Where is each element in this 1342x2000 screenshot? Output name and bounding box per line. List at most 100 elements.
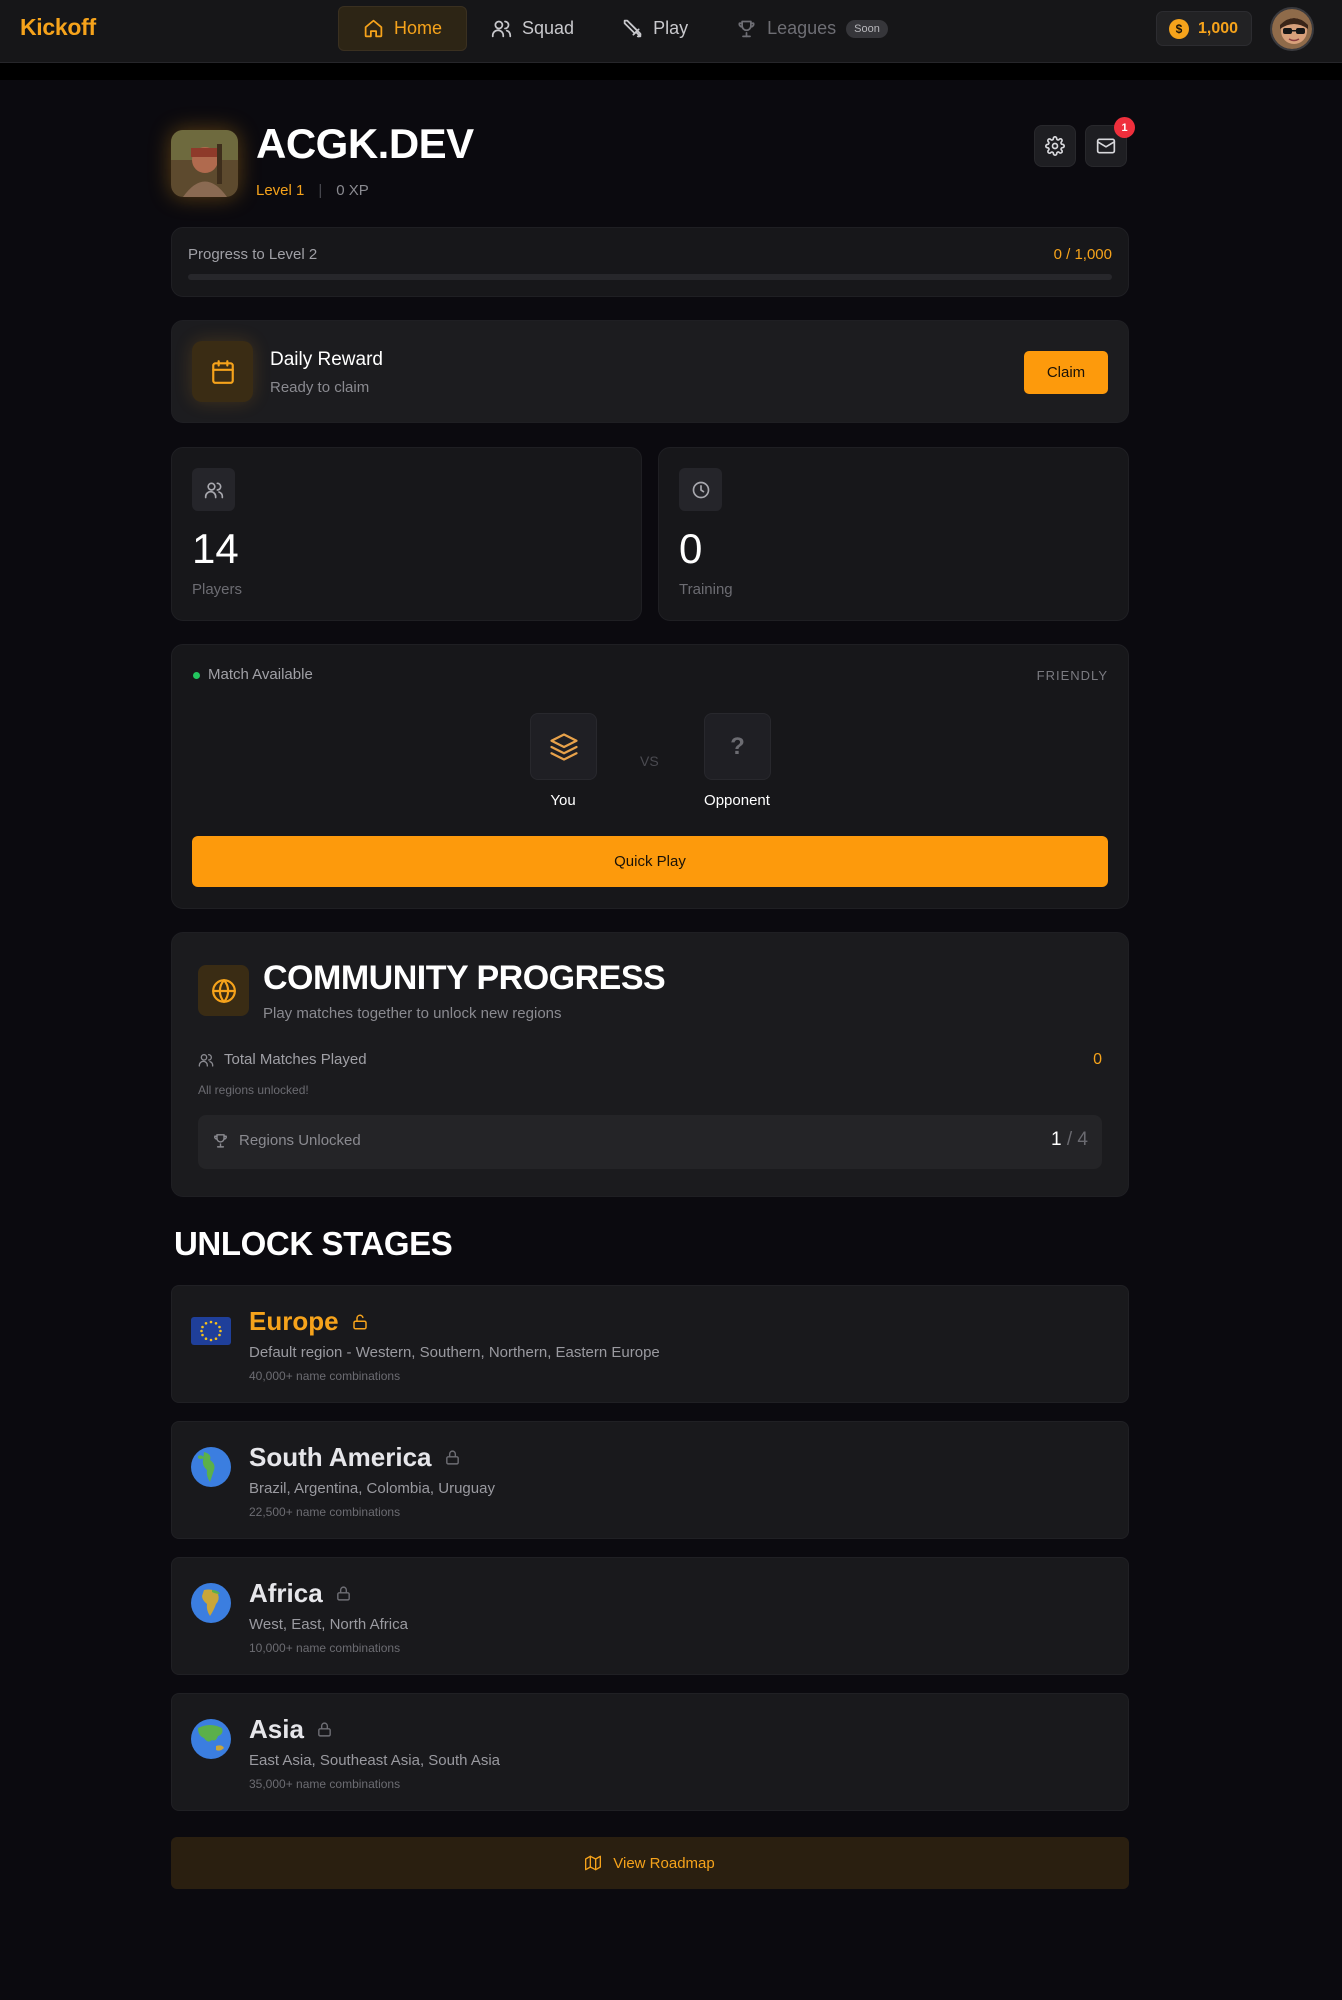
profile-name: ACGK.DEV [256,120,474,167]
stage-card-europe[interactable]: Europe Default region - Western, Souther… [171,1285,1129,1403]
claim-button[interactable]: Claim [1024,351,1108,394]
opponent-label: Opponent [704,792,770,809]
regions-total-number: 4 [1077,1129,1088,1150]
trophy-icon [738,20,755,38]
soon-badge: Soon [846,19,888,38]
stat-card-players[interactable]: 14 Players [171,447,642,621]
eu-flag-icon [190,1310,232,1352]
stat-label: Players [192,581,243,598]
globe-africa-icon [190,1582,232,1624]
coin-icon: $ [1169,18,1189,39]
nav-tab-play[interactable]: Play [598,6,712,51]
nav-tab-leagues[interactable]: Leagues Soon [712,6,912,51]
lock-icon [336,1586,350,1601]
view-roadmap-label: View Roadmap [613,1854,715,1872]
stage-combinations: 35,000+ name combinations [249,1777,401,1791]
question-icon: ? [730,732,745,760]
nav-tab-home[interactable]: Home [338,6,468,51]
your-team-label: You [550,792,576,809]
total-matches-value: 0 [1093,1051,1102,1068]
lock-icon [318,1722,331,1737]
stage-name-text: South America [249,1442,432,1472]
stage-description: East Asia, Southeast Asia, South Asia [249,1752,500,1769]
progress-value: 0 / 1,000 [1053,246,1112,263]
stage-card-africa[interactable]: Africa West, East, North Africa 10,000+ … [171,1557,1129,1675]
stage-name: Africa [249,1578,352,1609]
meta-divider: | [318,182,323,199]
map-icon [585,1855,602,1871]
globe-asia-icon [190,1718,232,1760]
nav-tab-label: Squad [522,18,575,38]
community-progress-card: COMMUNITY PROGRESS Play matches together… [171,932,1129,1197]
community-subtitle: Play matches together to unlock new regi… [263,1005,562,1022]
stat-card-training[interactable]: 0 Training [658,447,1129,621]
profile-meta: Level 1 | 0 XP [256,182,369,199]
coin-amount: 1,000 [1198,19,1239,37]
regions-unlocked-label: Regions Unlocked [239,1132,361,1149]
lock-icon [445,1450,459,1465]
stage-description: West, East, North Africa [249,1616,408,1633]
stage-name-text: Asia [249,1714,304,1744]
settings-button[interactable] [1034,125,1076,167]
mail-icon [1096,138,1116,154]
calendar-icon [192,341,253,402]
app-logo[interactable]: Kickoff [20,14,96,41]
nav-tab-squad[interactable]: Squad [467,6,598,51]
stage-combinations: 40,000+ name combinations [249,1369,401,1383]
daily-reward-card: Daily Reward Ready to claim Claim [171,320,1129,423]
stage-combinations: 22,500+ name combinations [249,1505,401,1519]
users-icon [198,1053,214,1067]
vs-label: VS [640,753,659,769]
stage-name: Europe [249,1306,369,1337]
globe-icon [198,965,249,1016]
regions-unlocked-row: Regions Unlocked 1 / 4 [198,1115,1102,1169]
opponent-badge: ? [704,713,771,780]
stage-name: South America [249,1442,461,1473]
total-matches-row: Total Matches Played [198,1051,367,1068]
stage-description: Default region - Western, Southern, Nort… [249,1344,660,1361]
progress-label: Progress to Level 2 [188,246,318,263]
regions-note: All regions unlocked! [198,1083,309,1097]
your-team-badge [530,713,597,780]
xp-label: 0 XP [336,182,369,199]
nav-tab-label: Leagues [767,18,837,38]
coin-balance[interactable]: $ 1,000 [1156,11,1252,46]
user-avatar[interactable] [1270,7,1314,51]
nav-tabs: Home Squad Play Leagues Soon [338,6,912,51]
regions-unlocked-number: 1 [1051,1129,1062,1150]
quick-play-button[interactable]: Quick Play [192,836,1108,887]
status-dot [193,672,200,679]
gear-icon [1045,136,1065,156]
level-progress-card: Progress to Level 2 0 / 1,000 [171,227,1129,297]
nav-tab-label: Home [394,18,443,38]
regions-unlocked-label-group: Regions Unlocked [212,1132,361,1149]
profile-avatar[interactable] [171,130,238,197]
stage-card-asia[interactable]: Asia East Asia, Southeast Asia, South As… [171,1693,1129,1811]
layers-icon [549,732,578,761]
users-icon [491,20,512,38]
nav-divider [0,63,1342,80]
match-status: Match Available [208,666,313,683]
total-matches-label: Total Matches Played [224,1051,367,1068]
globe-americas-icon [190,1446,232,1488]
stage-description: Brazil, Argentina, Colombia, Uruguay [249,1480,495,1497]
regions-count-separator: / [1066,1129,1073,1150]
trophy-icon [214,1134,227,1148]
match-card: Match Available FRIENDLY You VS ? Oppone… [171,644,1129,909]
unlock-stages-title: UNLOCK STAGES [174,1225,453,1262]
view-roadmap-button[interactable]: View Roadmap [171,1837,1129,1889]
users-icon [192,468,235,511]
stage-card-south-america[interactable]: South America Brazil, Argentina, Colombi… [171,1421,1129,1539]
stat-label: Training [679,581,733,598]
daily-reward-subtitle: Ready to claim [270,379,370,396]
home-icon [364,19,383,38]
stat-value: 0 [679,525,703,572]
regions-unlocked-count: 1 / 4 [1051,1129,1088,1151]
stage-name-text: Africa [249,1578,323,1608]
level-label: Level 1 [256,182,305,199]
notification-badge: 1 [1114,117,1135,138]
daily-reward-title: Daily Reward [270,349,383,370]
stage-combinations: 10,000+ name combinations [249,1641,401,1655]
progress-bar [188,274,1112,280]
unlock-icon [352,1314,367,1329]
